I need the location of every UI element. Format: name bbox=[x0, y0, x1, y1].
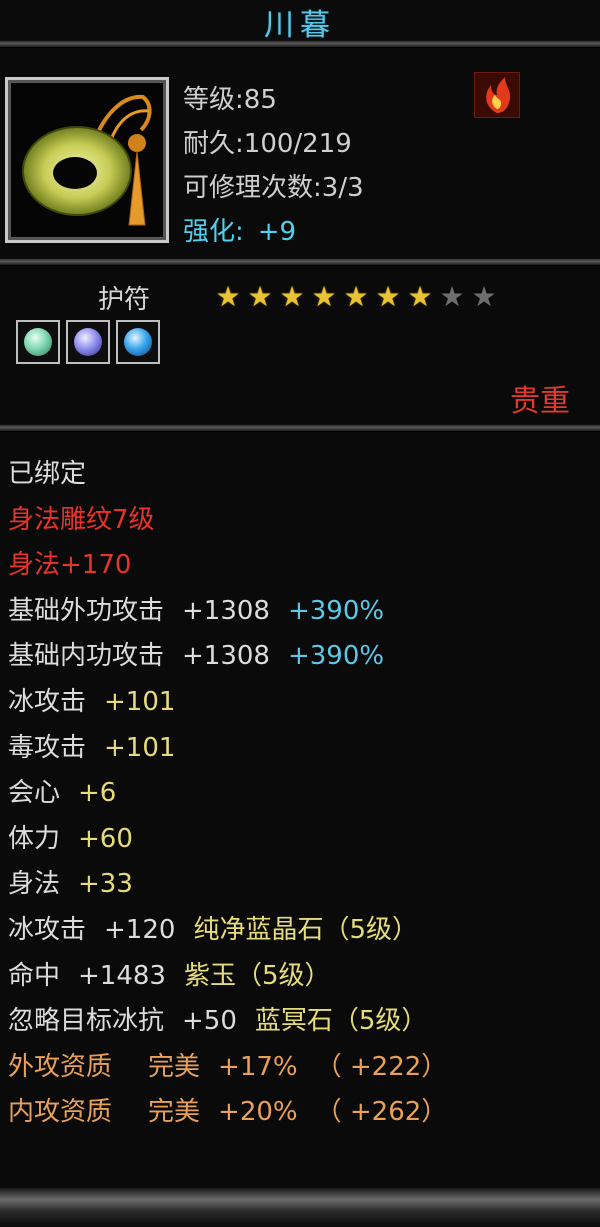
enhance-value: +9 bbox=[257, 217, 297, 247]
stat-label: 冰攻击 bbox=[8, 914, 87, 945]
enhance-row: 强化: +9 bbox=[183, 210, 364, 254]
carving-bonus-line: 身法+170 bbox=[8, 550, 132, 581]
stat-label: 基础外功攻击 bbox=[8, 595, 165, 626]
divider bbox=[0, 424, 600, 432]
crit-line: 会心 +6 bbox=[8, 771, 447, 817]
stat-value: +50 bbox=[182, 1006, 237, 1037]
star-empty-icon: ★ bbox=[471, 280, 497, 313]
stat-label: 基础内功攻击 bbox=[8, 641, 165, 672]
poison-attack-line: 毒攻击 +101 bbox=[8, 726, 447, 772]
bound-status: 已绑定 bbox=[8, 459, 87, 489]
quality-label: 外攻资质 bbox=[8, 1051, 113, 1082]
attribute-list: 已绑定 身法雕纹7级 身法+170 基础外功攻击 +1308 +390% 基础内功攻… bbox=[8, 452, 447, 1136]
vitality-line: 体力 +60 bbox=[8, 817, 447, 863]
agility-line: 身法 +33 bbox=[8, 862, 447, 908]
gem-name: 紫玉（5级） bbox=[183, 960, 331, 991]
repair-label: 可修理次数 bbox=[183, 173, 314, 203]
amulet-icon bbox=[22, 94, 152, 226]
star-filled-icon: ★ bbox=[375, 280, 401, 313]
rarity-label: 贵重 bbox=[510, 384, 570, 419]
star-filled-icon: ★ bbox=[247, 280, 273, 313]
item-icon-frame[interactable] bbox=[5, 77, 169, 243]
fire-element-icon bbox=[474, 72, 520, 118]
ext-quality-line: 外攻资质 完美 +17% （ +222） bbox=[8, 1045, 447, 1091]
stat-value: +120 bbox=[104, 914, 176, 945]
star-rating: ★ ★ ★ ★ ★ ★ ★ ★ ★ bbox=[212, 282, 500, 312]
stat-value: +1483 bbox=[78, 960, 166, 991]
divider bbox=[0, 258, 600, 266]
stat-percent: +390% bbox=[287, 641, 385, 672]
item-name: 川暮 bbox=[264, 8, 336, 43]
bottom-border bbox=[0, 1188, 600, 1227]
repair-value: :3/3 bbox=[313, 173, 364, 203]
gem-core bbox=[124, 328, 152, 356]
repair-row: 可修理次数:3/3 bbox=[183, 166, 364, 210]
level-label: 等级 bbox=[183, 85, 236, 115]
gem-core bbox=[24, 328, 52, 356]
level-value: :85 bbox=[235, 85, 277, 115]
stat-label: 体力 bbox=[8, 823, 61, 854]
stat-label: 毒攻击 bbox=[8, 732, 87, 763]
stat-value: +1308 bbox=[182, 595, 270, 626]
stat-value: +101 bbox=[104, 686, 176, 717]
item-info: 等级:85 耐久:100/219 可修理次数:3/3 强化: +9 bbox=[183, 78, 364, 254]
gem-stat-line: 命中 +1483 紫玉（5级） bbox=[8, 954, 447, 1000]
gem-stat-line: 忽略目标冰抗 +50 蓝冥石（5级） bbox=[8, 999, 447, 1045]
ice-attack-line: 冰攻击 +101 bbox=[8, 680, 447, 726]
carving-line: 身法雕纹7级 bbox=[8, 504, 155, 535]
int-quality-line: 内攻资质 完美 +20% （ +262） bbox=[8, 1090, 447, 1136]
quality-grade: 完美 bbox=[148, 1051, 201, 1082]
durability-value: :100/219 bbox=[235, 129, 352, 159]
star-filled-icon: ★ bbox=[311, 280, 337, 313]
stat-label: 忽略目标冰抗 bbox=[8, 1006, 165, 1037]
item-type: 护符 bbox=[98, 285, 151, 315]
star-filled-icon: ★ bbox=[215, 280, 241, 313]
stat-label: 冰攻击 bbox=[8, 686, 87, 717]
quality-percent: +17% bbox=[218, 1051, 298, 1082]
quality-percent: +20% bbox=[218, 1097, 298, 1128]
stat-label: 命中 bbox=[8, 960, 61, 991]
gem-name: 蓝冥石（5级） bbox=[254, 1006, 428, 1037]
enhance-label: 强化: bbox=[183, 217, 244, 247]
quality-grade: 完美 bbox=[148, 1097, 201, 1128]
star-empty-icon: ★ bbox=[439, 280, 465, 313]
durability-row: 耐久:100/219 bbox=[183, 122, 364, 166]
stat-percent: +390% bbox=[287, 595, 385, 626]
title-bar: 川暮 bbox=[0, 0, 600, 44]
int-attack-line: 基础内功攻击 +1308 +390% bbox=[8, 634, 447, 680]
purple-gem-icon[interactable] bbox=[66, 320, 110, 364]
quality-bonus: （ +222） bbox=[315, 1051, 448, 1082]
star-filled-icon: ★ bbox=[407, 280, 433, 313]
stat-label: 会心 bbox=[8, 778, 61, 809]
star-filled-icon: ★ bbox=[343, 280, 369, 313]
gem-core bbox=[74, 328, 102, 356]
green-gem-icon[interactable] bbox=[16, 320, 60, 364]
blue-gem-icon[interactable] bbox=[116, 320, 160, 364]
star-filled-icon: ★ bbox=[279, 280, 305, 313]
gem-sockets bbox=[16, 320, 166, 364]
stat-value: +33 bbox=[78, 869, 133, 900]
quality-label: 内攻资质 bbox=[8, 1097, 113, 1128]
stat-value: +6 bbox=[78, 778, 117, 809]
stat-value: +60 bbox=[78, 823, 133, 854]
divider bbox=[0, 40, 600, 48]
durability-label: 耐久 bbox=[183, 129, 236, 159]
quality-bonus: （ +262） bbox=[315, 1097, 448, 1128]
ext-attack-line: 基础外功攻击 +1308 +390% bbox=[8, 589, 447, 635]
gem-name: 纯净蓝晶石（5级） bbox=[193, 914, 418, 945]
stat-label: 身法 bbox=[8, 869, 61, 900]
level-row: 等级:85 bbox=[183, 78, 364, 122]
gem-stat-line: 冰攻击 +120 纯净蓝晶石（5级） bbox=[8, 908, 447, 954]
stat-value: +101 bbox=[104, 732, 176, 763]
stat-value: +1308 bbox=[182, 641, 270, 672]
